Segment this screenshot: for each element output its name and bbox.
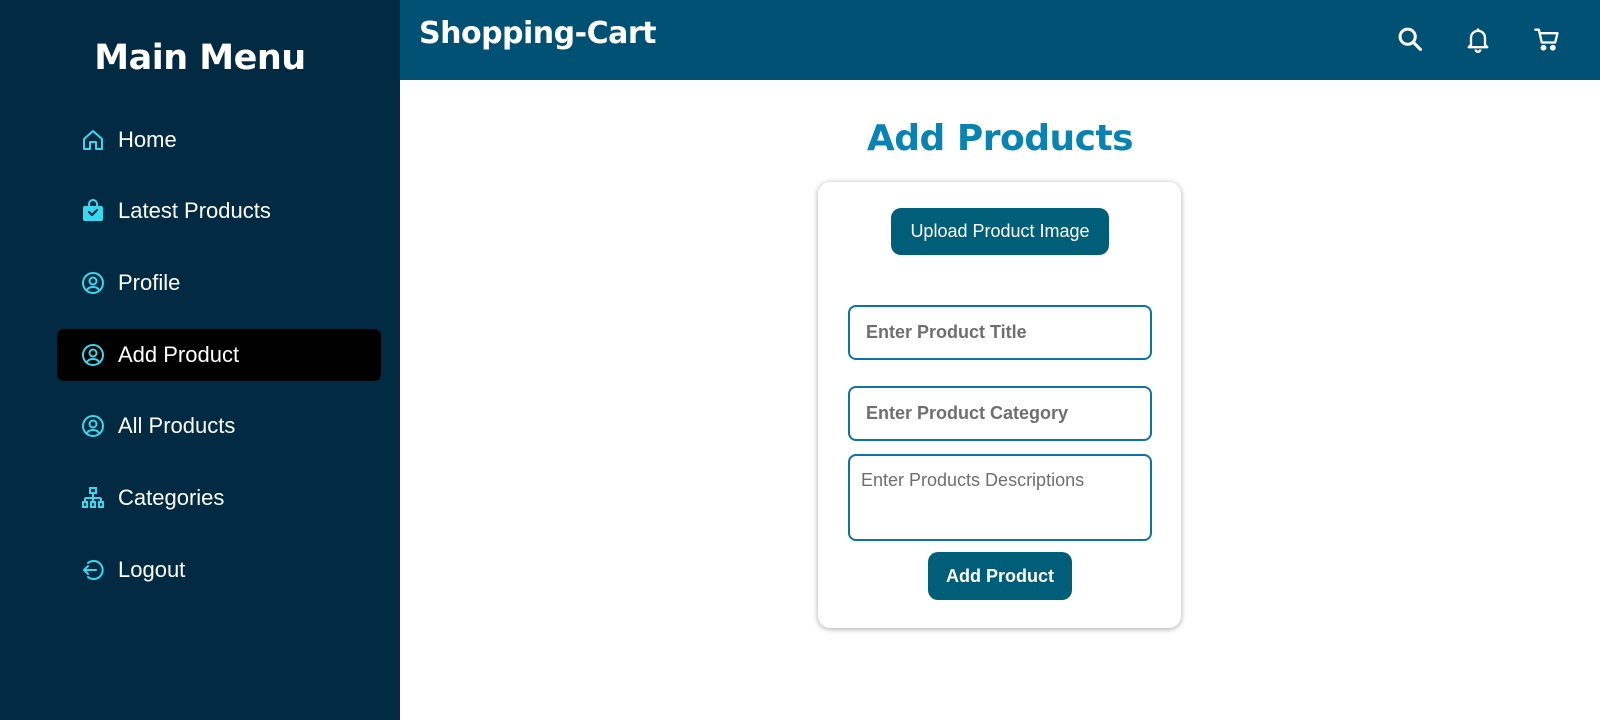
sidebar-title: Main Menu (94, 38, 306, 78)
sidebar-item-label: Logout (118, 557, 186, 582)
cart-icon[interactable] (1532, 24, 1562, 54)
sidebar-item-logout[interactable]: Logout (57, 544, 381, 596)
top-header: Shopping-Cart (400, 0, 1600, 80)
sidebar-item-label: Latest Products (118, 198, 271, 223)
sidebar-item-profile[interactable]: Profile (57, 257, 381, 309)
shopping-bag-icon (81, 199, 105, 223)
search-icon[interactable] (1395, 24, 1425, 54)
user-circle-icon (81, 414, 105, 438)
sidebar-item-label: Home (118, 127, 177, 152)
sitemap-icon (81, 486, 105, 510)
logout-icon (81, 558, 105, 582)
sidebar-item-all-products[interactable]: All Products (57, 400, 381, 452)
page-title: Add Products (866, 118, 1134, 159)
sidebar-item-label: Add Product (118, 342, 240, 367)
product-title-field[interactable] (848, 305, 1152, 360)
sidebar-item-label: Categories (118, 485, 225, 510)
product-description-field[interactable] (848, 454, 1152, 541)
add-product-form: Upload Product Image Add Product (818, 182, 1181, 628)
sidebar-item-label: All Products (118, 413, 236, 438)
user-circle-icon (81, 271, 105, 295)
app-title: Shopping-Cart (419, 16, 657, 51)
home-icon (81, 128, 105, 152)
add-product-button[interactable]: Add Product (928, 552, 1072, 600)
bell-icon[interactable] (1463, 24, 1493, 54)
sidebar-item-latest-products[interactable]: Latest Products (57, 185, 381, 237)
product-category-field[interactable] (848, 386, 1152, 441)
sidebar-item-label: Profile (118, 270, 181, 295)
upload-image-button[interactable]: Upload Product Image (891, 208, 1109, 255)
sidebar: Main Menu Home Latest Products Profile A… (0, 0, 400, 720)
sidebar-item-add-product[interactable]: Add Product (57, 329, 381, 381)
sidebar-item-home[interactable]: Home (57, 114, 381, 166)
sidebar-item-categories[interactable]: Categories (57, 472, 381, 524)
user-circle-icon (81, 343, 105, 367)
